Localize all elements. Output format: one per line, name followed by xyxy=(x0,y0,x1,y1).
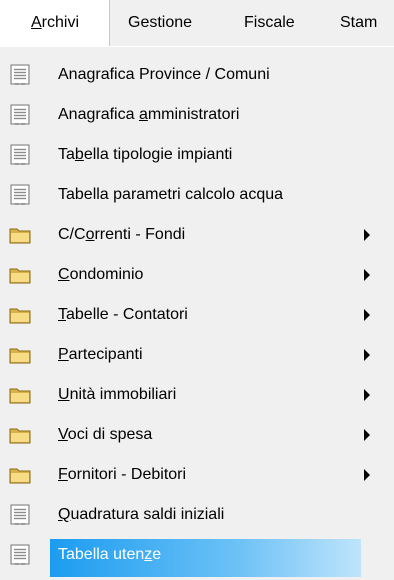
submenu-arrow-icon xyxy=(364,429,370,441)
submenu-arrow-icon xyxy=(364,309,370,321)
submenu-arrow-icon xyxy=(364,389,370,401)
submenu-arrow-icon xyxy=(364,349,370,361)
menu-item-label: Voci di spesa xyxy=(58,426,153,443)
menu-item-label: Tabella utenze xyxy=(58,546,162,563)
menubar-archivi-label: rchivi xyxy=(41,14,79,31)
menu-item-label: Anagrafica amministratori xyxy=(58,106,240,123)
document-list-icon xyxy=(9,184,31,206)
archivi-dropdown-menu: Anagrafica Province / Comuni Anagrafica … xyxy=(0,46,394,580)
document-list-icon xyxy=(9,64,31,86)
menu-item-label: Quadratura saldi iniziali xyxy=(58,506,225,523)
menu-item-label: Unità immobiliari xyxy=(58,386,177,403)
menu-item-fornitori-debitori[interactable]: Fornitori - Debitori xyxy=(0,455,394,495)
menu-bar: Archivi Gestione Fiscale Stam xyxy=(0,0,394,47)
submenu-arrow-icon xyxy=(364,229,370,241)
menu-item-correnti-fondi[interactable]: C/Correnti - Fondi xyxy=(0,215,394,255)
menu-item-tabella-utenze[interactable]: Tabella utenze xyxy=(0,535,394,577)
menu-item-voci-di-spesa[interactable]: Voci di spesa xyxy=(0,415,394,455)
folder-icon xyxy=(9,264,31,286)
folder-icon xyxy=(9,304,31,326)
submenu-arrow-icon xyxy=(364,269,370,281)
menubar-archivi[interactable]: Archivi xyxy=(0,0,110,46)
menu-item-label: Tabella parametri calcolo acqua xyxy=(58,186,284,203)
menu-item-tabella-tipologie-impianti[interactable]: Tabella tipologie impianti xyxy=(0,135,394,175)
menu-item-partecipanti[interactable]: Partecipanti xyxy=(0,335,394,375)
folder-icon xyxy=(9,384,31,406)
document-list-icon xyxy=(9,104,31,126)
menubar-archivi-accel: A xyxy=(30,14,42,31)
document-list-icon xyxy=(9,144,31,166)
folder-icon xyxy=(9,224,31,246)
menu-item-label: Partecipanti xyxy=(58,346,143,363)
submenu-arrow-icon xyxy=(364,469,370,481)
menu-item-anagrafica-amministratori[interactable]: Anagrafica amministratori xyxy=(0,95,394,135)
menubar-stampe-label: Stam xyxy=(340,14,378,31)
menu-item-label: C/Correnti - Fondi xyxy=(58,226,186,243)
menubar-fiscale-label: Fiscale xyxy=(244,14,295,31)
folder-icon xyxy=(9,344,31,366)
menu-item-label: Tabelle - Contatori xyxy=(58,306,188,323)
document-list-icon xyxy=(9,504,31,526)
folder-icon xyxy=(9,424,31,446)
folder-icon xyxy=(9,464,31,486)
menubar-fiscale[interactable]: Fiscale xyxy=(244,0,295,46)
menubar-gestione[interactable]: Gestione xyxy=(128,0,192,46)
menubar-stampe[interactable]: Stam xyxy=(340,0,377,46)
menu-item-anagrafica-province[interactable]: Anagrafica Province / Comuni xyxy=(0,55,394,95)
menu-item-unita-immobiliari[interactable]: Unità immobiliari xyxy=(0,375,394,415)
menubar-gestione-label: Gestione xyxy=(128,14,193,31)
menu-item-tabella-parametri-acqua[interactable]: Tabella parametri calcolo acqua xyxy=(0,175,394,215)
menu-item-label: Fornitori - Debitori xyxy=(58,466,187,483)
document-list-icon xyxy=(9,544,31,566)
menu-item-tabelle-contatori[interactable]: Tabelle - Contatori xyxy=(0,295,394,335)
menu-item-label: Tabella tipologie impianti xyxy=(58,146,233,163)
menu-item-label: Anagrafica Province / Comuni xyxy=(58,66,270,83)
menu-item-condominio[interactable]: Condominio xyxy=(0,255,394,295)
menu-item-quadratura-saldi-iniziali[interactable]: Quadratura saldi iniziali xyxy=(0,495,394,535)
menu-item-label: Condominio xyxy=(58,266,144,283)
